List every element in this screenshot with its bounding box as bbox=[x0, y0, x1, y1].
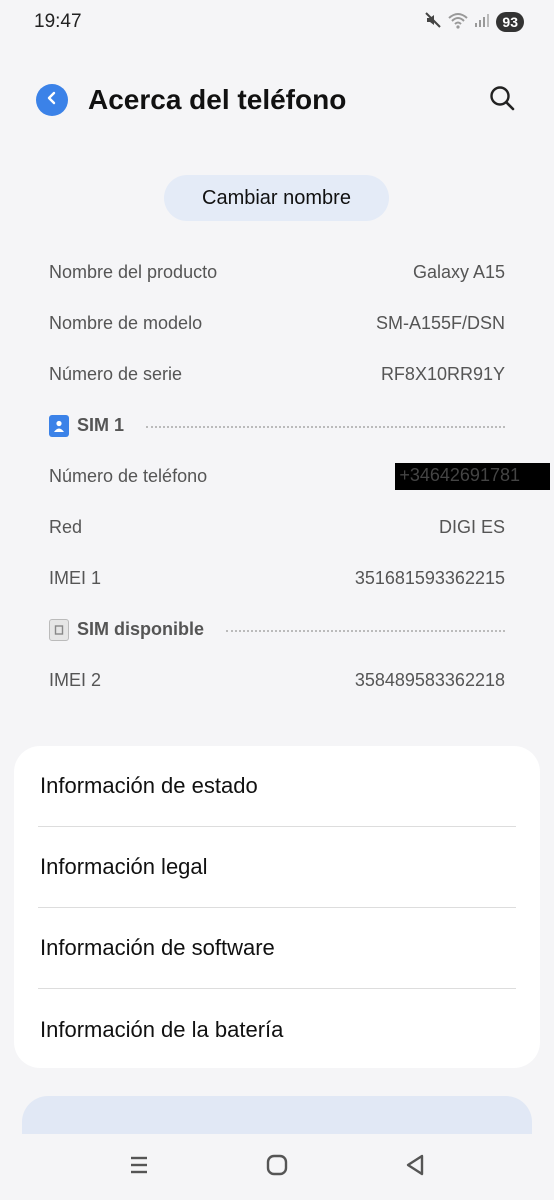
phone-number-label: Número de teléfono bbox=[49, 466, 208, 486]
product-name-row: Nombre del producto Galaxy A15 bbox=[49, 247, 505, 298]
network-row: Red DIGI ES bbox=[49, 502, 505, 553]
imei2-row: IMEI 2 358489583362218 bbox=[49, 655, 505, 706]
recents-button[interactable] bbox=[119, 1147, 159, 1187]
rename-button[interactable]: Cambiar nombre bbox=[164, 175, 389, 221]
menu-item-software-info[interactable]: Información de software bbox=[38, 908, 516, 989]
mute-icon bbox=[424, 11, 442, 34]
device-info-list: Nombre del producto Galaxy A15 Nombre de… bbox=[49, 247, 550, 706]
sim1-label: SIM 1 bbox=[77, 415, 125, 435]
serial-number-row: Número de serie RF8X10RR91Y bbox=[49, 349, 505, 400]
divider bbox=[226, 629, 505, 632]
model-name-label: Nombre de modelo bbox=[49, 313, 203, 333]
product-name-value: Galaxy A15 bbox=[412, 262, 505, 282]
serial-number-value: RF8X10RR91Y bbox=[380, 364, 505, 384]
network-label: Red bbox=[49, 517, 83, 537]
home-icon bbox=[265, 1153, 289, 1182]
menu-item-status-info[interactable]: Información de estado bbox=[38, 746, 516, 827]
search-icon bbox=[488, 84, 516, 117]
status-icons: 93 bbox=[424, 11, 524, 34]
imei1-row: IMEI 1 351681593362215 bbox=[49, 553, 505, 604]
sim2-header: SIM disponible bbox=[49, 604, 505, 655]
imei2-value: 358489583362218 bbox=[354, 670, 505, 690]
back-icon bbox=[45, 91, 59, 110]
phone-number-value: +34642691781 bbox=[395, 463, 550, 490]
sim1-header: SIM 1 bbox=[49, 400, 505, 451]
sim-card-icon bbox=[49, 618, 69, 641]
back-button[interactable] bbox=[36, 84, 68, 116]
navigation-bar bbox=[0, 1134, 554, 1200]
imei1-value: 351681593362215 bbox=[354, 568, 505, 588]
product-name-label: Nombre del producto bbox=[49, 262, 218, 282]
status-time: 19:47 bbox=[34, 11, 82, 32]
wifi-icon bbox=[448, 11, 469, 34]
battery-icon: 93 bbox=[496, 12, 524, 32]
model-name-row: Nombre de modelo SM-A155F/DSN bbox=[49, 298, 505, 349]
divider bbox=[146, 425, 505, 428]
info-menu-card: Información de estado Información legal … bbox=[14, 746, 540, 1068]
back-arrow-icon bbox=[404, 1153, 426, 1182]
status-bar: 19:47 93 bbox=[0, 0, 554, 44]
home-button[interactable] bbox=[257, 1147, 297, 1187]
back-nav-button[interactable] bbox=[395, 1147, 435, 1187]
search-button[interactable] bbox=[486, 84, 518, 116]
sim2-label: SIM disponible bbox=[77, 619, 205, 639]
model-name-value: SM-A155F/DSN bbox=[375, 313, 505, 333]
imei1-label: IMEI 1 bbox=[49, 568, 102, 588]
page-title: Acerca del teléfono bbox=[88, 84, 347, 115]
next-card-partial bbox=[22, 1096, 532, 1136]
menu-item-legal-info[interactable]: Información legal bbox=[38, 827, 516, 908]
network-value: DIGI ES bbox=[438, 517, 505, 537]
imei2-label: IMEI 2 bbox=[49, 670, 102, 690]
header: Acerca del teléfono bbox=[36, 76, 518, 124]
sim-card-icon bbox=[49, 414, 69, 437]
menu-item-battery-info[interactable]: Información de la batería bbox=[38, 989, 516, 1070]
phone-number-row: Número de teléfono +34642691781 bbox=[49, 451, 550, 502]
serial-number-label: Número de serie bbox=[49, 364, 183, 384]
signal-icon bbox=[474, 12, 490, 33]
recents-icon bbox=[128, 1154, 150, 1181]
